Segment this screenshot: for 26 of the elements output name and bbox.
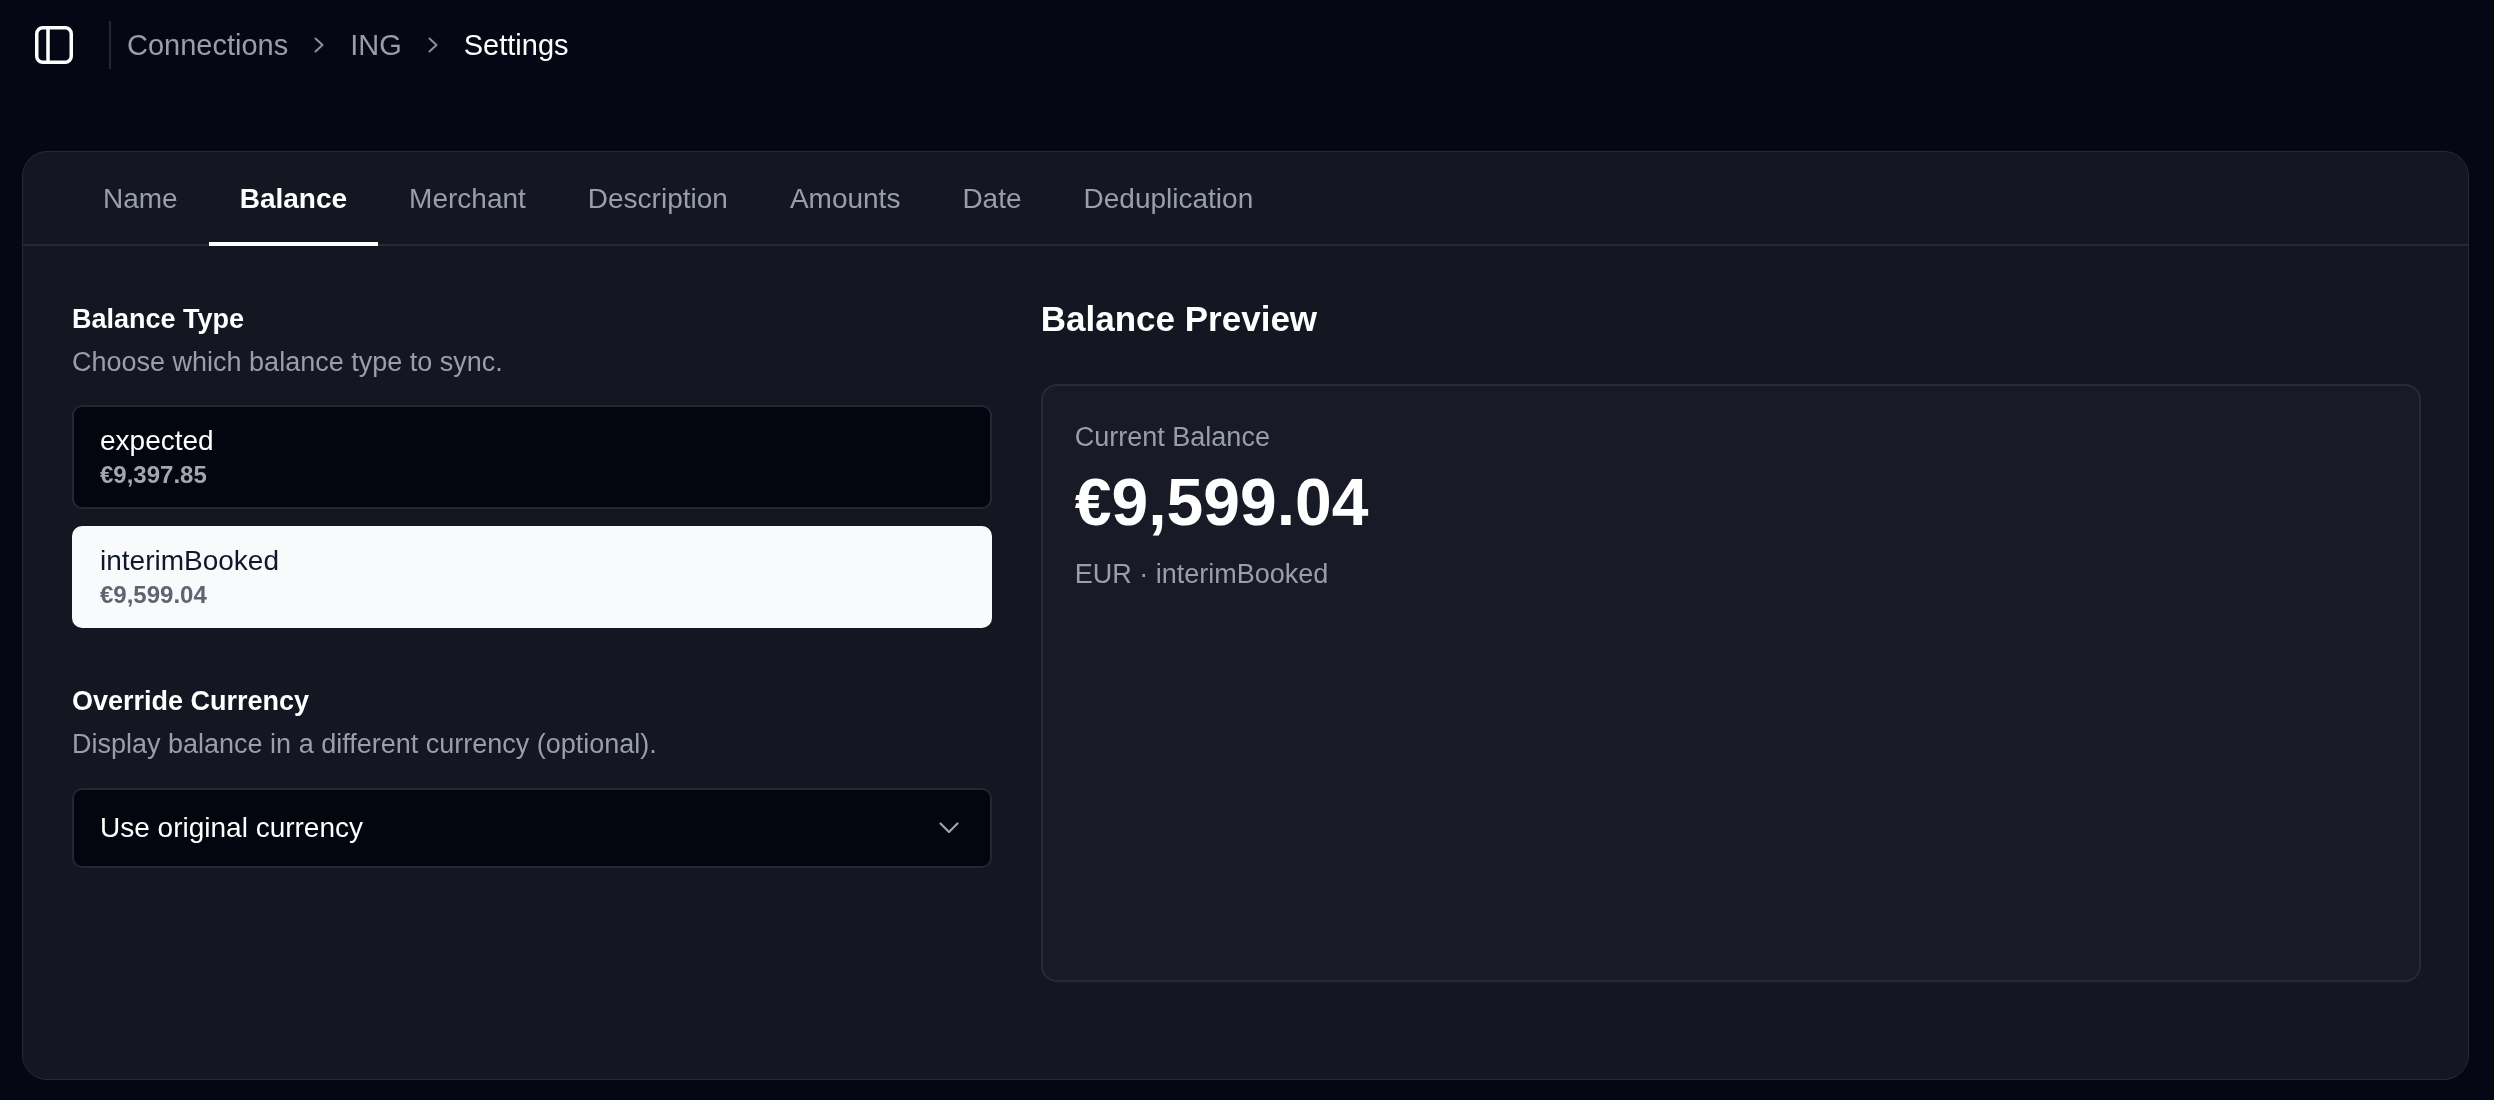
balance-option[interactable]: expected €9,397.85: [72, 405, 992, 509]
currency-select[interactable]: Use original currency: [72, 788, 992, 868]
breadcrumb-item: Settings: [463, 28, 569, 63]
tab[interactable]: Deduplication: [1052, 152, 1285, 246]
field-description: Choose which balance type to sync.: [72, 346, 504, 379]
tab[interactable]: Merchant: [378, 152, 557, 246]
balance-amount: €9,599.04: [1074, 466, 1370, 538]
sidebar-toggle-button[interactable]: [35, 26, 73, 64]
balance-label: Current Balance: [1074, 421, 1271, 454]
field-label: Override Currency: [72, 685, 311, 718]
chevron-right-icon: [427, 37, 438, 53]
breadcrumb-item[interactable]: ING: [350, 27, 402, 63]
chevron-right-icon: [314, 37, 325, 53]
balance-option[interactable]: interimBooked €9,599.04: [72, 526, 992, 628]
sidebar-panel-icon: [35, 26, 73, 64]
tab[interactable]: Amounts: [758, 152, 932, 246]
balance-detail: EUR · interimBooked: [1074, 558, 1330, 591]
preview-title: Balance Preview: [1040, 299, 1319, 339]
tab[interactable]: Name: [72, 152, 209, 246]
field-label: Balance Type: [72, 303, 246, 336]
tab[interactable]: Balance: [208, 152, 379, 246]
chevron-down-icon: [938, 822, 959, 834]
field-description: Display balance in a different currency (optional).: [72, 728, 658, 761]
breadcrumb-item[interactable]: Connections: [127, 27, 289, 63]
tab[interactable]: Description: [556, 152, 759, 246]
tab[interactable]: Date: [931, 152, 1053, 246]
